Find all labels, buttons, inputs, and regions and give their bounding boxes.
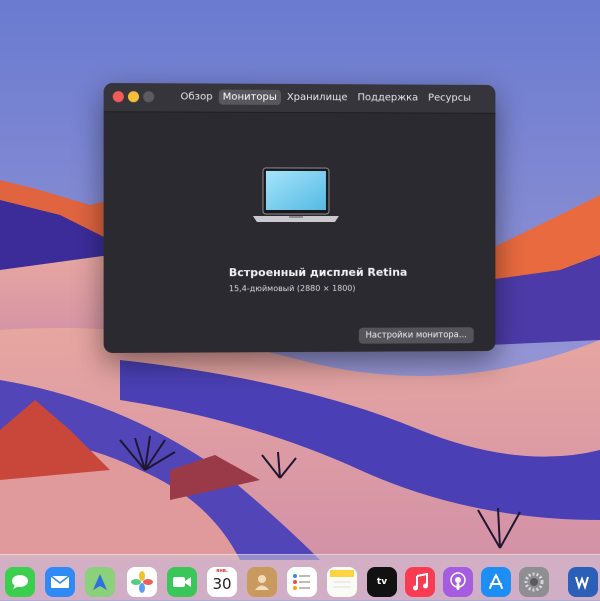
reminders-icon[interactable] bbox=[287, 567, 317, 597]
music-icon[interactable] bbox=[405, 567, 435, 597]
apple-tv-icon[interactable]: tv bbox=[367, 567, 397, 597]
display-resolution: 15,4-дюймовый (2880 × 1800) bbox=[228, 283, 356, 294]
minimize-button[interactable] bbox=[127, 91, 140, 103]
contacts-icon[interactable] bbox=[247, 567, 277, 597]
podcasts-icon[interactable] bbox=[443, 567, 473, 597]
display-settings-button[interactable]: Настройки монитора... bbox=[358, 327, 474, 344]
messages-icon[interactable] bbox=[5, 567, 35, 597]
zoom-button[interactable] bbox=[143, 91, 155, 103]
tab-resources[interactable]: Ресурсы bbox=[424, 91, 475, 106]
calendar-month-label: янв. bbox=[216, 568, 228, 574]
app-store-icon[interactable] bbox=[481, 567, 511, 597]
calendar-day-label: 30 bbox=[212, 575, 232, 593]
mail-icon[interactable] bbox=[45, 567, 75, 597]
close-button[interactable] bbox=[112, 91, 124, 103]
tab-bar: Обзор Мониторы Хранилище Поддержка Ресур… bbox=[176, 89, 474, 105]
tab-support[interactable]: Поддержка bbox=[354, 90, 423, 105]
about-this-mac-window: Обзор Мониторы Хранилище Поддержка Ресур… bbox=[103, 82, 496, 354]
display-name: Встроенный дисплей Retina bbox=[228, 265, 408, 280]
macbook-display-icon bbox=[252, 167, 340, 223]
notes-icon[interactable] bbox=[327, 567, 357, 597]
facetime-icon[interactable] bbox=[167, 567, 197, 597]
apple-tv-label: tv bbox=[376, 577, 388, 587]
maps-icon[interactable] bbox=[85, 567, 115, 597]
tab-displays[interactable]: Мониторы bbox=[218, 89, 281, 105]
window-titlebar: Обзор Мониторы Хранилище Поддержка Ресур… bbox=[103, 82, 496, 114]
dock: янв. 30 tv bbox=[0, 554, 600, 601]
tab-storage[interactable]: Хранилище bbox=[283, 90, 352, 105]
photos-icon[interactable] bbox=[127, 567, 157, 597]
tab-overview[interactable]: Обзор bbox=[176, 89, 216, 104]
calendar-icon[interactable]: янв. 30 bbox=[207, 567, 237, 597]
word-icon[interactable] bbox=[568, 567, 598, 597]
system-preferences-icon[interactable] bbox=[519, 567, 549, 597]
